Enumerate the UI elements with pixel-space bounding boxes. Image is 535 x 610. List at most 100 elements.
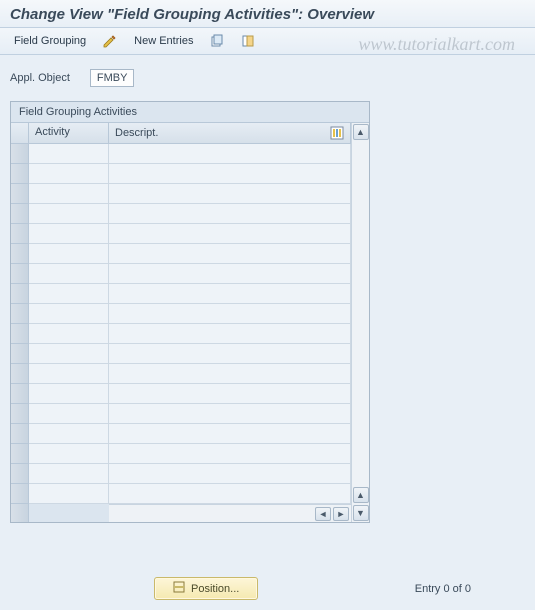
table-row[interactable] (11, 284, 351, 304)
cell-descript[interactable] (109, 144, 351, 164)
cell-descript[interactable] (109, 284, 351, 304)
row-selector[interactable] (11, 284, 29, 304)
grid-header-select[interactable] (11, 123, 29, 144)
cell-descript[interactable] (109, 344, 351, 364)
table-row[interactable] (11, 324, 351, 344)
configure-columns-icon[interactable] (330, 126, 344, 140)
row-selector[interactable] (11, 364, 29, 384)
scroll-down-button[interactable]: ▼ (353, 505, 369, 521)
row-selector[interactable] (11, 244, 29, 264)
cell-descript[interactable] (109, 204, 351, 224)
cell-descript[interactable] (109, 304, 351, 324)
toolbar: Field Grouping New Entries www.tutorialk… (0, 28, 535, 55)
row-selector[interactable] (11, 444, 29, 464)
cell-descript[interactable] (109, 464, 351, 484)
table-row[interactable] (11, 224, 351, 244)
cell-activity[interactable] (29, 464, 109, 484)
scroll-up-button[interactable]: ▲ (353, 124, 369, 140)
copy-icon[interactable] (205, 32, 229, 50)
new-entries-button[interactable]: New Entries (130, 33, 197, 49)
table-row[interactable] (11, 164, 351, 184)
header-bar: Change View "Field Grouping Activities":… (0, 0, 535, 28)
watermark-text: www.tutorialkart.com (358, 34, 515, 55)
grid-body (11, 144, 351, 504)
row-selector[interactable] (11, 464, 29, 484)
grid-header-descript[interactable]: Descript. (109, 123, 351, 144)
cell-activity[interactable] (29, 484, 109, 504)
cell-descript[interactable] (109, 164, 351, 184)
scroll-page-up-button[interactable]: ▲ (353, 487, 369, 503)
row-selector[interactable] (11, 344, 29, 364)
row-selector[interactable] (11, 424, 29, 444)
cell-descript[interactable] (109, 244, 351, 264)
grid-header-activity[interactable]: Activity (29, 123, 109, 144)
row-selector[interactable] (11, 144, 29, 164)
cell-activity[interactable] (29, 324, 109, 344)
edit-icon[interactable] (98, 32, 122, 50)
row-selector[interactable] (11, 224, 29, 244)
cell-descript[interactable] (109, 264, 351, 284)
table-row[interactable] (11, 484, 351, 504)
cell-activity[interactable] (29, 164, 109, 184)
cell-descript[interactable] (109, 324, 351, 344)
row-selector[interactable] (11, 384, 29, 404)
row-selector[interactable] (11, 304, 29, 324)
row-selector[interactable] (11, 484, 29, 504)
cell-descript[interactable] (109, 484, 351, 504)
cell-descript[interactable] (109, 384, 351, 404)
position-button[interactable]: Position... (154, 577, 258, 600)
cell-activity[interactable] (29, 384, 109, 404)
cell-activity[interactable] (29, 224, 109, 244)
delimit-icon[interactable] (237, 32, 261, 50)
cell-activity[interactable] (29, 364, 109, 384)
scroll-right-button[interactable]: ► (333, 507, 349, 521)
scroll-left-button[interactable]: ◄ (315, 507, 331, 521)
field-grouping-label: Field Grouping (14, 35, 86, 47)
field-grouping-button[interactable]: Field Grouping (10, 33, 90, 49)
new-entries-label: New Entries (134, 35, 193, 47)
row-selector[interactable] (11, 164, 29, 184)
cell-activity[interactable] (29, 284, 109, 304)
cell-descript[interactable] (109, 184, 351, 204)
grid-header-descript-label: Descript. (115, 127, 158, 139)
row-selector[interactable] (11, 204, 29, 224)
table-row[interactable] (11, 264, 351, 284)
cell-descript[interactable] (109, 224, 351, 244)
table-row[interactable] (11, 344, 351, 364)
cell-activity[interactable] (29, 144, 109, 164)
position-icon (173, 581, 185, 596)
cell-activity[interactable] (29, 204, 109, 224)
row-selector[interactable] (11, 184, 29, 204)
table-row[interactable] (11, 304, 351, 324)
vertical-scrollbar: ▲ ▲ ▼ (351, 123, 369, 522)
table-row[interactable] (11, 444, 351, 464)
row-selector[interactable] (11, 324, 29, 344)
cell-activity[interactable] (29, 444, 109, 464)
table-row[interactable] (11, 184, 351, 204)
cell-activity[interactable] (29, 184, 109, 204)
content-area: Appl. Object FMBY Field Grouping Activit… (0, 55, 535, 610)
table-row[interactable] (11, 144, 351, 164)
field-grouping-panel: Field Grouping Activities Activity Descr… (10, 101, 370, 523)
table-row[interactable] (11, 464, 351, 484)
table-row[interactable] (11, 404, 351, 424)
table-row[interactable] (11, 384, 351, 404)
cell-activity[interactable] (29, 344, 109, 364)
cell-descript[interactable] (109, 364, 351, 384)
cell-activity[interactable] (29, 404, 109, 424)
table-row[interactable] (11, 364, 351, 384)
row-selector[interactable] (11, 264, 29, 284)
cell-descript[interactable] (109, 404, 351, 424)
cell-activity[interactable] (29, 264, 109, 284)
row-selector[interactable] (11, 404, 29, 424)
cell-descript[interactable] (109, 424, 351, 444)
cell-descript[interactable] (109, 444, 351, 464)
footer: Position... Entry 0 of 0 (0, 577, 535, 600)
cell-activity[interactable] (29, 244, 109, 264)
table-row[interactable] (11, 204, 351, 224)
table-row[interactable] (11, 424, 351, 444)
panel-title: Field Grouping Activities (11, 102, 369, 123)
cell-activity[interactable] (29, 424, 109, 444)
cell-activity[interactable] (29, 304, 109, 324)
table-row[interactable] (11, 244, 351, 264)
